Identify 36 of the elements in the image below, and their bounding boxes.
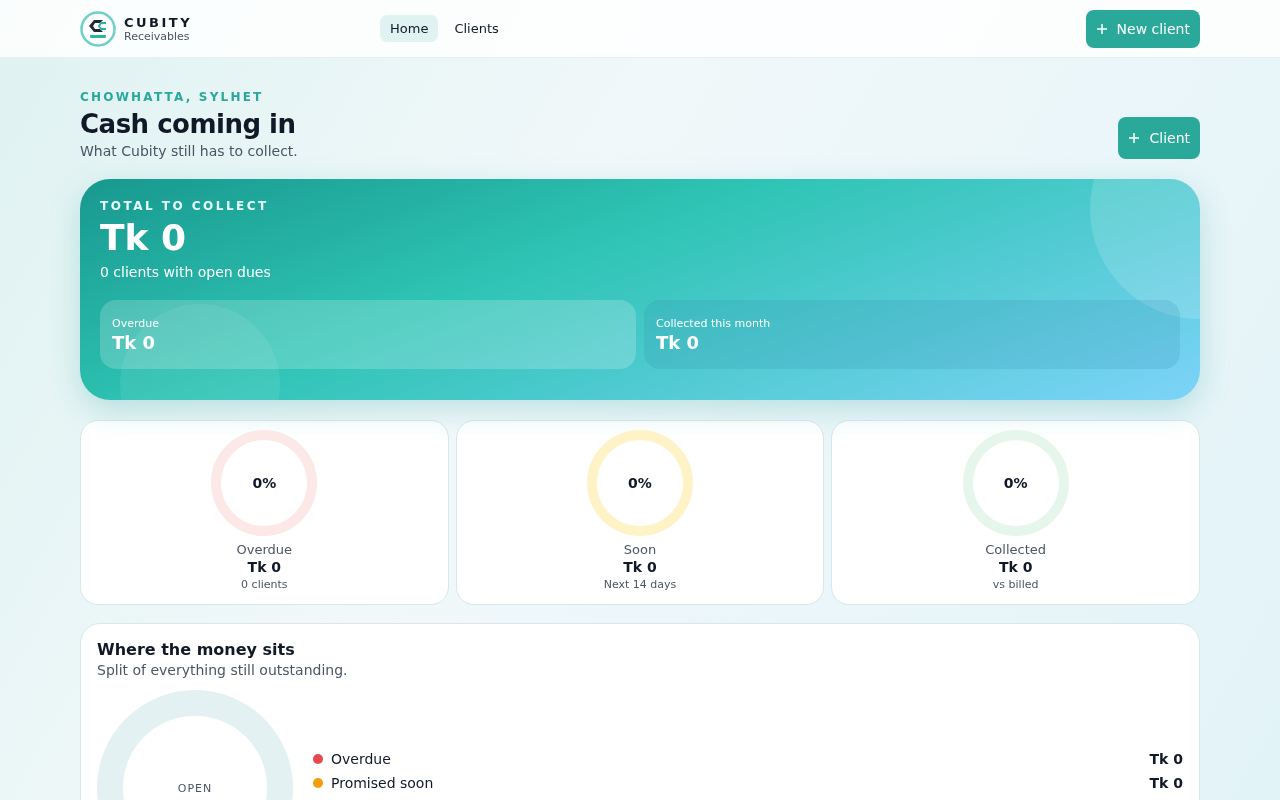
tile-value: Tk 0 [112,331,157,353]
tile-label: Overdue [112,316,160,330]
section-title: Where the money sits [97,640,296,659]
brand-name: CUBITY [124,14,193,30]
nav-tab[interactable]: Home [380,15,439,42]
page-subtitle: What Cubity still has to collect. [80,143,298,159]
location-label: CHOWHATTA, SYLHET [80,90,265,104]
legend-value: Tk 0 [1149,775,1183,791]
total-label: TOTAL TO COLLECT [100,199,270,213]
section-subtitle: Split of everything still outstanding. [97,662,349,678]
ring-percent: 0% [252,475,277,491]
page-title: Cash coming in [80,109,297,139]
stat-note: vs billed [992,578,1039,591]
nav-tab[interactable]: Clients [444,15,509,42]
stat-note: Next 14 days [603,578,677,591]
stat-value: Tk 0 [247,559,282,575]
stat-label: Collected [985,542,1047,557]
logo-icon [80,10,116,47]
legend-value: Tk 0 [1149,751,1183,767]
stat-label: Soon [623,542,657,557]
total-note: 0 clients with open dues [100,264,272,280]
ring-percent: 0% [1003,475,1028,491]
legend-label: Overdue [331,751,391,767]
stat-value: Tk 0 [623,559,657,575]
total-amount: Tk 0 [100,217,188,258]
legend-label: Promised soon [331,775,434,791]
stat-note: 0 clients [241,578,288,591]
brand-tagline: Receivables [124,29,191,43]
stat-value: Tk 0 [998,559,1033,575]
tile-value: Tk 0 [656,331,701,353]
donut-label: OPEN [177,781,213,795]
tile-label: Collected this month [656,316,772,330]
plus-icon [1095,22,1108,35]
plus-icon [1128,132,1141,144]
ring-percent: 0% [628,475,652,491]
stat-label: Overdue [236,542,293,557]
